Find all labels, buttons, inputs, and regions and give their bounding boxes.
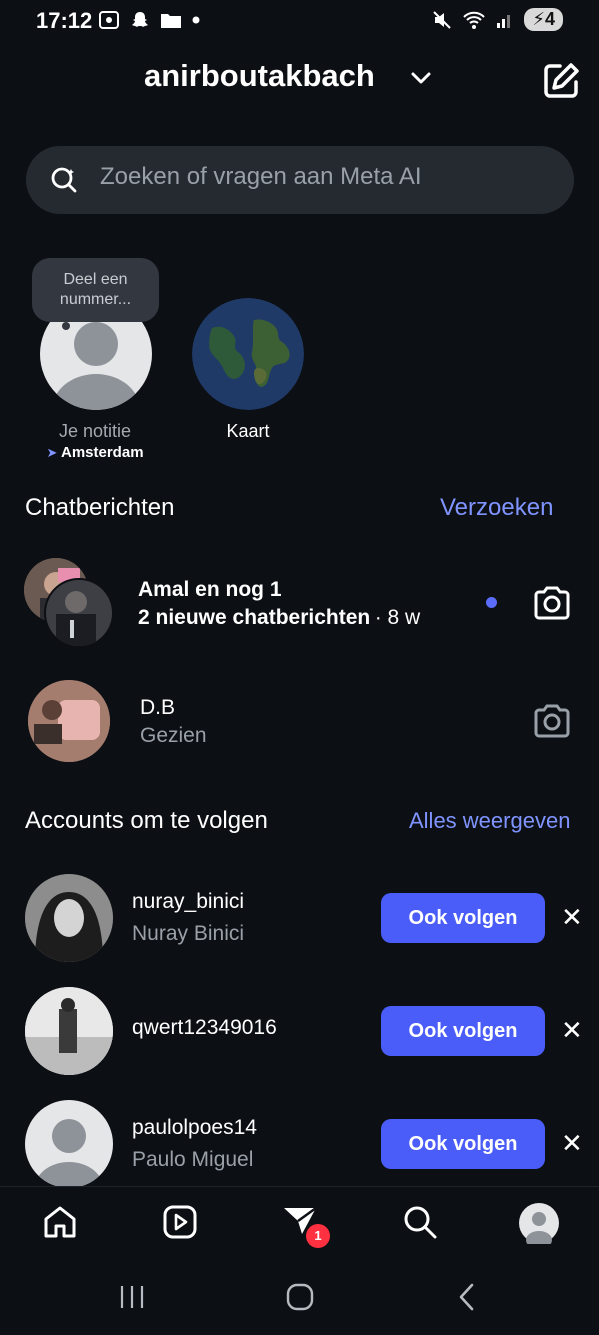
suggestion-avatar[interactable] [25, 1100, 113, 1188]
suggestion-avatar[interactable] [25, 987, 113, 1075]
profile-icon[interactable] [518, 1202, 560, 1244]
location-text: Amsterdam [61, 444, 144, 461]
map-note-avatar[interactable] [192, 298, 304, 410]
chat-name: Amal en nog 1 [138, 578, 282, 601]
reels-icon[interactable] [162, 1204, 198, 1240]
chat-avatar [28, 680, 110, 762]
mute-icon [433, 10, 452, 29]
follow-back-button[interactable]: Ook volgen [381, 1006, 545, 1056]
suggestion-fullname: Nuray Binici [132, 922, 245, 945]
back-icon[interactable] [456, 1282, 478, 1312]
suggestion-fullname: Paulo Miguel [132, 1148, 254, 1171]
chat-time: · 8 w [374, 606, 421, 629]
follow-back-button[interactable]: Ook volgen [381, 893, 545, 943]
see-all-link[interactable]: Alles weergeven [409, 808, 570, 834]
signal-icon [497, 14, 511, 28]
meta-ai-search-icon [51, 167, 77, 193]
home-icon[interactable] [42, 1204, 78, 1240]
account-username[interactable]: anirboutakbach [144, 58, 375, 94]
compose-icon[interactable] [542, 62, 580, 100]
own-note-location: ➤ Amsterdam [30, 444, 160, 461]
follow-back-button[interactable]: Ook volgen [381, 1119, 545, 1169]
chevron-down-icon[interactable] [408, 68, 434, 88]
home-button-icon[interactable] [285, 1282, 315, 1312]
status-time: 17:12 [36, 8, 93, 33]
chat-row[interactable]: D.B Gezien [0, 670, 599, 770]
status-system-icons: ⚡4 [432, 8, 563, 31]
suggestion-username[interactable]: paulolpoes14 [132, 1116, 257, 1140]
search-icon[interactable] [402, 1204, 438, 1240]
dismiss-icon[interactable]: ✕ [561, 902, 583, 933]
default-avatar-icon [35, 1119, 103, 1188]
wifi-icon [463, 11, 486, 29]
battery-icon: ⚡4 [524, 8, 563, 31]
chat-name: D.B [140, 696, 176, 719]
requests-link[interactable]: Verzoeken [440, 494, 553, 522]
chat-subtitle: 2 nieuwe chatberichten · 8 w [138, 606, 420, 630]
chat-status: Gezien [140, 724, 207, 747]
chat-row[interactable]: Amal en nog 1 2 nieuwe chatberichten · 8… [0, 550, 599, 654]
suggestions-section-title: Accounts om te volgen [25, 807, 268, 834]
snapchat-icon [132, 12, 148, 27]
note-bubble[interactable]: Deel een nummer... [32, 258, 159, 322]
nav-divider [0, 1186, 599, 1187]
own-note-label: Je notitie [58, 421, 132, 441]
chats-section-title: Chatberichten [25, 494, 175, 521]
dismiss-icon[interactable]: ✕ [561, 1015, 583, 1046]
status-notification-icons [98, 10, 200, 30]
location-arrow-icon: ➤ [46, 445, 58, 460]
camera-icon[interactable] [533, 585, 571, 621]
group-avatar-front [44, 578, 114, 648]
map-label: Kaart [226, 421, 270, 441]
dot-icon [192, 16, 200, 24]
suggestion-username[interactable]: nuray_binici [132, 890, 244, 914]
globe-map-icon [192, 298, 304, 410]
screenshot-icon [99, 11, 119, 29]
messages-badge: 1 [306, 1224, 330, 1248]
suggestion-username[interactable]: qwert12349016 [132, 1016, 277, 1040]
chat-preview: 2 nieuwe chatberichten [138, 606, 371, 629]
search-input[interactable] [100, 163, 540, 191]
suggestion-avatar[interactable] [25, 874, 113, 962]
folder-icon [161, 14, 181, 28]
camera-icon[interactable] [533, 703, 571, 739]
battery-level: 4 [544, 9, 555, 29]
recent-apps-icon[interactable] [118, 1284, 146, 1310]
note-bubble-tail [62, 322, 70, 330]
unread-indicator [486, 597, 497, 608]
dismiss-icon[interactable]: ✕ [561, 1128, 583, 1159]
